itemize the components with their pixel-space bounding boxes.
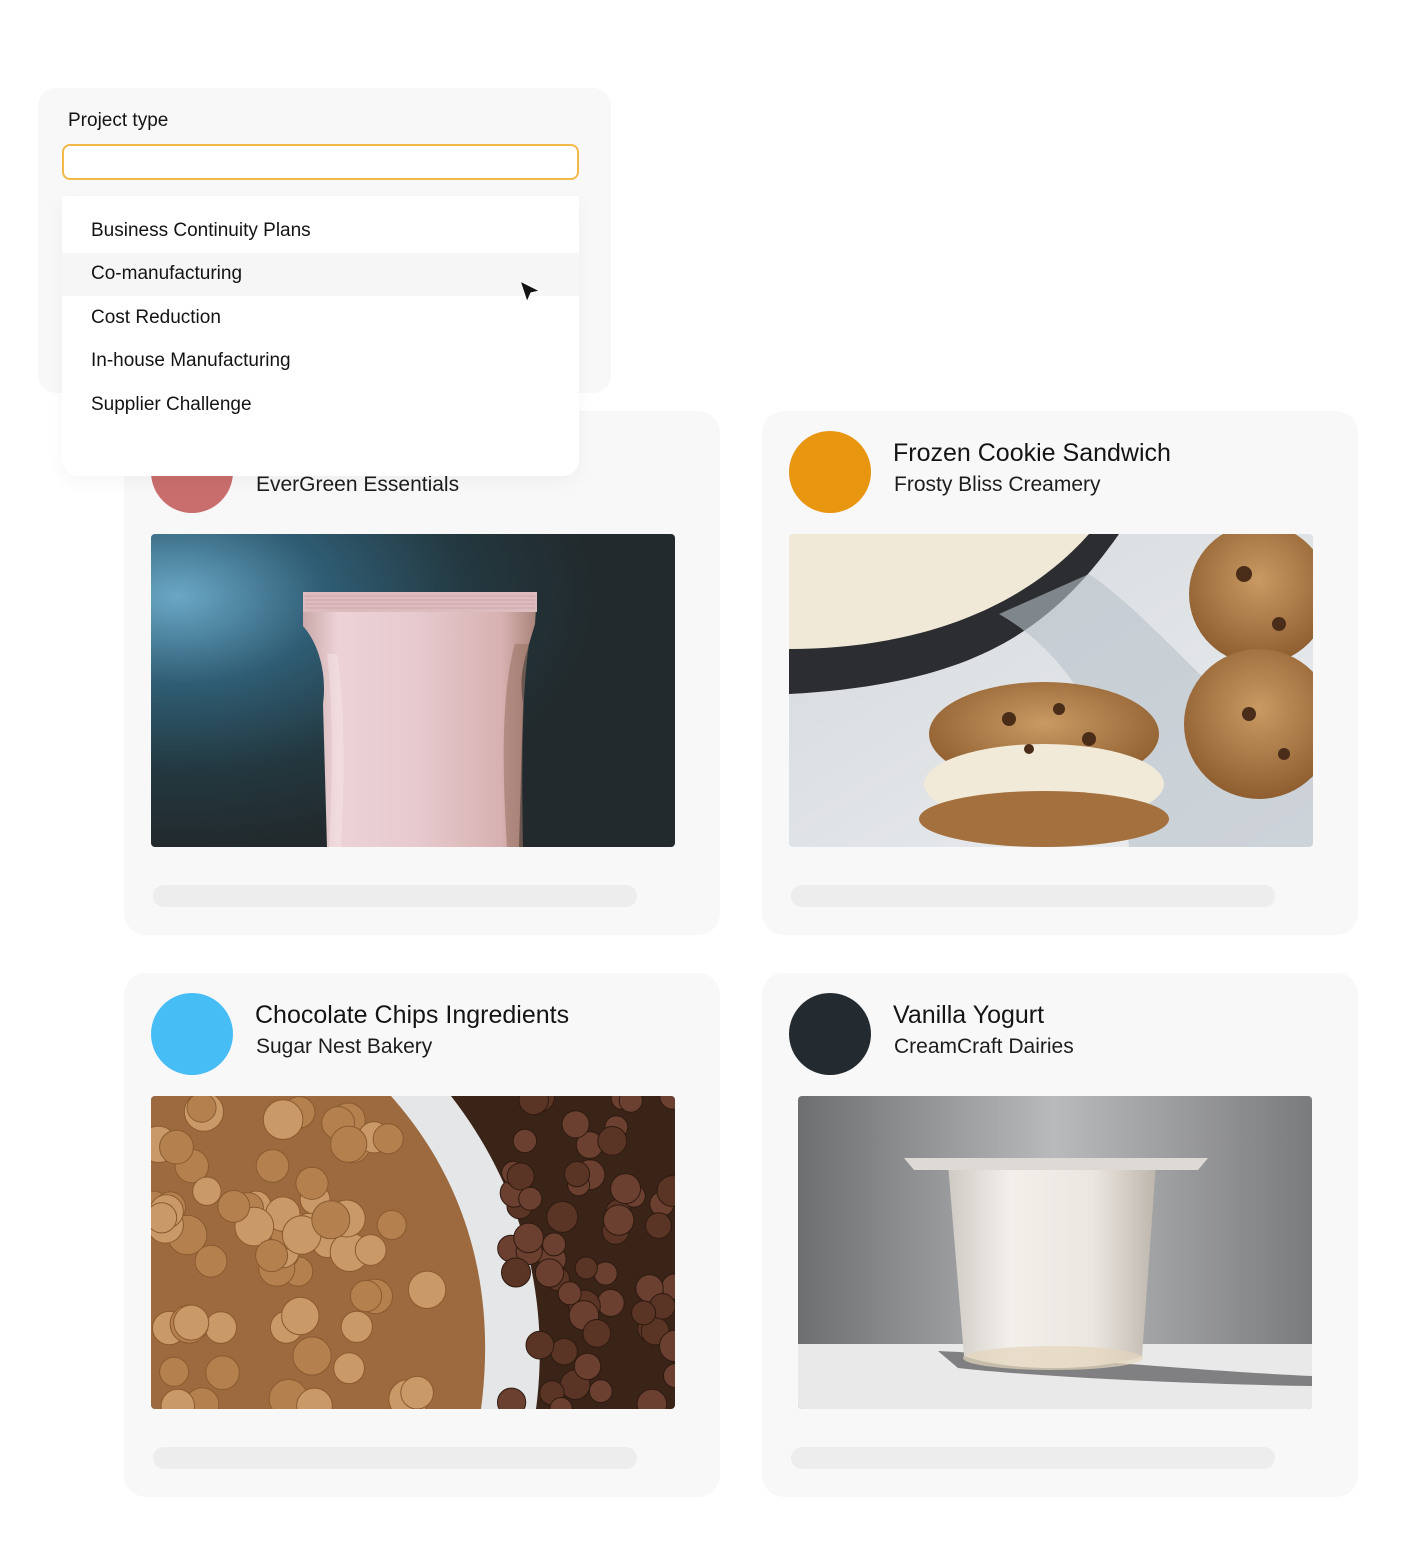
project-card[interactable]: Vanilla Yogurt CreamCraft Dairies: [762, 973, 1358, 1497]
card-company: Frosty Bliss Creamery: [894, 473, 1101, 496]
project-card[interactable]: Chocolate Chips Ingredients Sugar Nest B…: [124, 973, 720, 1497]
text-placeholder: [153, 1447, 637, 1469]
card-title: Frozen Cookie Sandwich: [893, 439, 1171, 467]
text-placeholder: [153, 885, 637, 907]
company-avatar: [151, 993, 233, 1075]
project-type-dropdown: Business Continuity Plans Co-manufacturi…: [62, 196, 579, 476]
text-placeholder: [791, 885, 1275, 907]
card-title: Chocolate Chips Ingredients: [255, 1001, 570, 1029]
yogurt-cup-photo: [798, 1096, 1312, 1409]
option-supplier-challenge[interactable]: Supplier Challenge: [62, 383, 579, 427]
option-co-manufacturing[interactable]: Co-manufacturing: [62, 252, 579, 296]
project-type-label: Project type: [68, 110, 169, 131]
canvas: EverGreen Essentials Frozen Cookie Sandw…: [0, 0, 1406, 1566]
pink-pouch-photo: [151, 534, 675, 847]
project-card[interactable]: EverGreen Essentials: [124, 411, 720, 935]
chocolate-chips-photo: [151, 1096, 675, 1409]
company-avatar: [789, 431, 871, 513]
card-title: Vanilla Yogurt: [893, 1001, 1045, 1029]
mouse-pointer-icon: [519, 280, 541, 303]
company-avatar: [789, 993, 871, 1075]
ice-cream-cookie-sandwich-photo: [789, 534, 1313, 847]
card-company: Sugar Nest Bakery: [256, 1035, 433, 1058]
project-card[interactable]: Frozen Cookie Sandwich Frosty Bliss Crea…: [762, 411, 1358, 935]
option-in-house-manufacturing[interactable]: In-house Manufacturing: [62, 340, 579, 384]
option-business-continuity-plans[interactable]: Business Continuity Plans: [62, 209, 579, 253]
option-cost-reduction[interactable]: Cost Reduction: [62, 296, 579, 340]
card-company: CreamCraft Dairies: [894, 1035, 1074, 1058]
text-placeholder: [791, 1447, 1275, 1469]
project-type-input[interactable]: [62, 144, 579, 180]
